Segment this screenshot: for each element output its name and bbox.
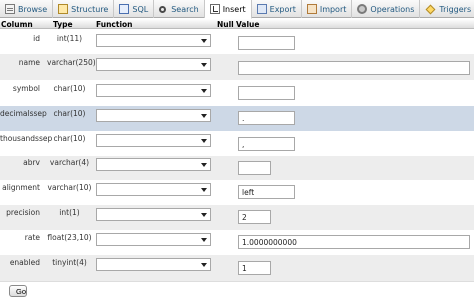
tab-label: Structure [71, 4, 109, 14]
table-row: thousandssep char(10) [0, 131, 474, 156]
table-row: enabled tinyint(4) [0, 255, 474, 281]
chevron-down-icon [201, 63, 207, 67]
go-button[interactable]: Go [9, 285, 27, 297]
column-type: float(23,10) [47, 233, 92, 242]
column-type: char(10) [53, 84, 86, 93]
header-type: Type [53, 20, 73, 29]
value-input[interactable] [238, 86, 295, 100]
tab-label: Insert [222, 4, 246, 14]
tab-label: Search [171, 4, 199, 14]
value-input[interactable] [238, 111, 295, 125]
export-icon [256, 4, 267, 14]
column-type: char(10) [53, 134, 86, 143]
value-input[interactable] [238, 261, 271, 275]
chevron-down-icon [201, 89, 207, 93]
column-type: int(1) [59, 208, 80, 217]
tab-label: Operations [370, 4, 415, 14]
function-select[interactable] [96, 258, 211, 271]
structure-icon [58, 4, 69, 14]
function-select[interactable] [96, 34, 211, 47]
table-row: precision int(1) [0, 205, 474, 230]
chevron-down-icon [201, 39, 207, 43]
function-select[interactable] [96, 58, 211, 71]
value-input[interactable] [238, 61, 470, 75]
table-row: name varchar(250) [0, 54, 474, 80]
sql-icon [119, 4, 130, 14]
import-icon [306, 4, 317, 14]
tab-label: SQL [132, 4, 149, 14]
column-type: int(11) [56, 34, 83, 43]
tab-label: Triggers [439, 4, 472, 14]
column-name: thousandssep [0, 134, 53, 143]
chevron-down-icon [201, 213, 207, 217]
table-browse-icon [5, 4, 15, 14]
chevron-down-icon [201, 114, 207, 118]
header-column: Column [1, 20, 33, 29]
function-select[interactable] [96, 233, 211, 246]
table-row: abrv varchar(4) [0, 156, 474, 180]
value-input[interactable] [238, 185, 295, 199]
operations-icon [357, 4, 368, 14]
column-type: varchar(10) [47, 183, 92, 192]
tab-label: Import [319, 4, 347, 14]
column-name: alignment [2, 183, 40, 192]
value-input[interactable] [238, 235, 470, 249]
table-row: alignment varchar(10) [0, 180, 474, 205]
header-function: Function [96, 20, 133, 29]
insert-icon [209, 4, 220, 14]
value-input[interactable] [238, 210, 271, 224]
tab-sql[interactable]: SQL [114, 0, 155, 18]
column-name: symbol [12, 84, 40, 93]
tab-browse[interactable]: Browse [0, 0, 54, 18]
tab-operations[interactable]: Operations [352, 0, 421, 18]
tab-structure[interactable]: Structure [53, 0, 115, 18]
table-row: rate float(23,10) [0, 230, 474, 255]
function-select[interactable] [96, 109, 211, 122]
tab-import[interactable]: Import [302, 0, 353, 18]
value-input[interactable] [238, 161, 271, 175]
chevron-down-icon [201, 263, 207, 267]
function-select[interactable] [96, 158, 211, 171]
column-type: varchar(250) [47, 58, 96, 67]
table-row: symbol char(10) [0, 80, 474, 106]
column-name: abrv [23, 158, 40, 167]
tab-triggers[interactable]: Triggers [420, 0, 474, 18]
column-type: char(10) [53, 109, 86, 118]
table-row: id int(11) [0, 30, 474, 54]
column-name: rate [24, 233, 40, 242]
tab-bar: Browse Structure SQL Search Insert Expor… [0, 0, 474, 19]
column-type: tinyint(4) [52, 258, 87, 267]
column-name: decimalssep [0, 109, 47, 118]
table-row: decimalssep char(10) [0, 106, 474, 131]
function-select[interactable] [96, 208, 211, 221]
divider [0, 281, 474, 282]
column-name: enabled [9, 258, 40, 267]
function-select[interactable] [96, 134, 211, 147]
tab-label: Export [269, 4, 296, 14]
function-select[interactable] [96, 84, 211, 97]
chevron-down-icon [201, 163, 207, 167]
column-name: id [33, 34, 40, 43]
column-type: varchar(4) [49, 158, 90, 167]
chevron-down-icon [201, 188, 207, 192]
value-input[interactable] [238, 36, 295, 50]
table-header: Column Type Function Null Value [0, 19, 474, 29]
triggers-icon [425, 4, 436, 14]
search-icon [159, 5, 167, 13]
tab-export[interactable]: Export [252, 0, 302, 18]
function-select[interactable] [96, 183, 211, 196]
tab-insert[interactable]: Insert [204, 0, 252, 19]
tab-search[interactable]: Search [154, 0, 205, 18]
column-name: name [18, 58, 40, 67]
header-null: Null [217, 20, 234, 29]
chevron-down-icon [201, 238, 207, 242]
chevron-down-icon [201, 139, 207, 143]
column-name: precision [6, 208, 40, 217]
header-value: Value [236, 20, 260, 29]
tab-label: Browse [18, 4, 48, 14]
value-input[interactable] [238, 137, 295, 151]
